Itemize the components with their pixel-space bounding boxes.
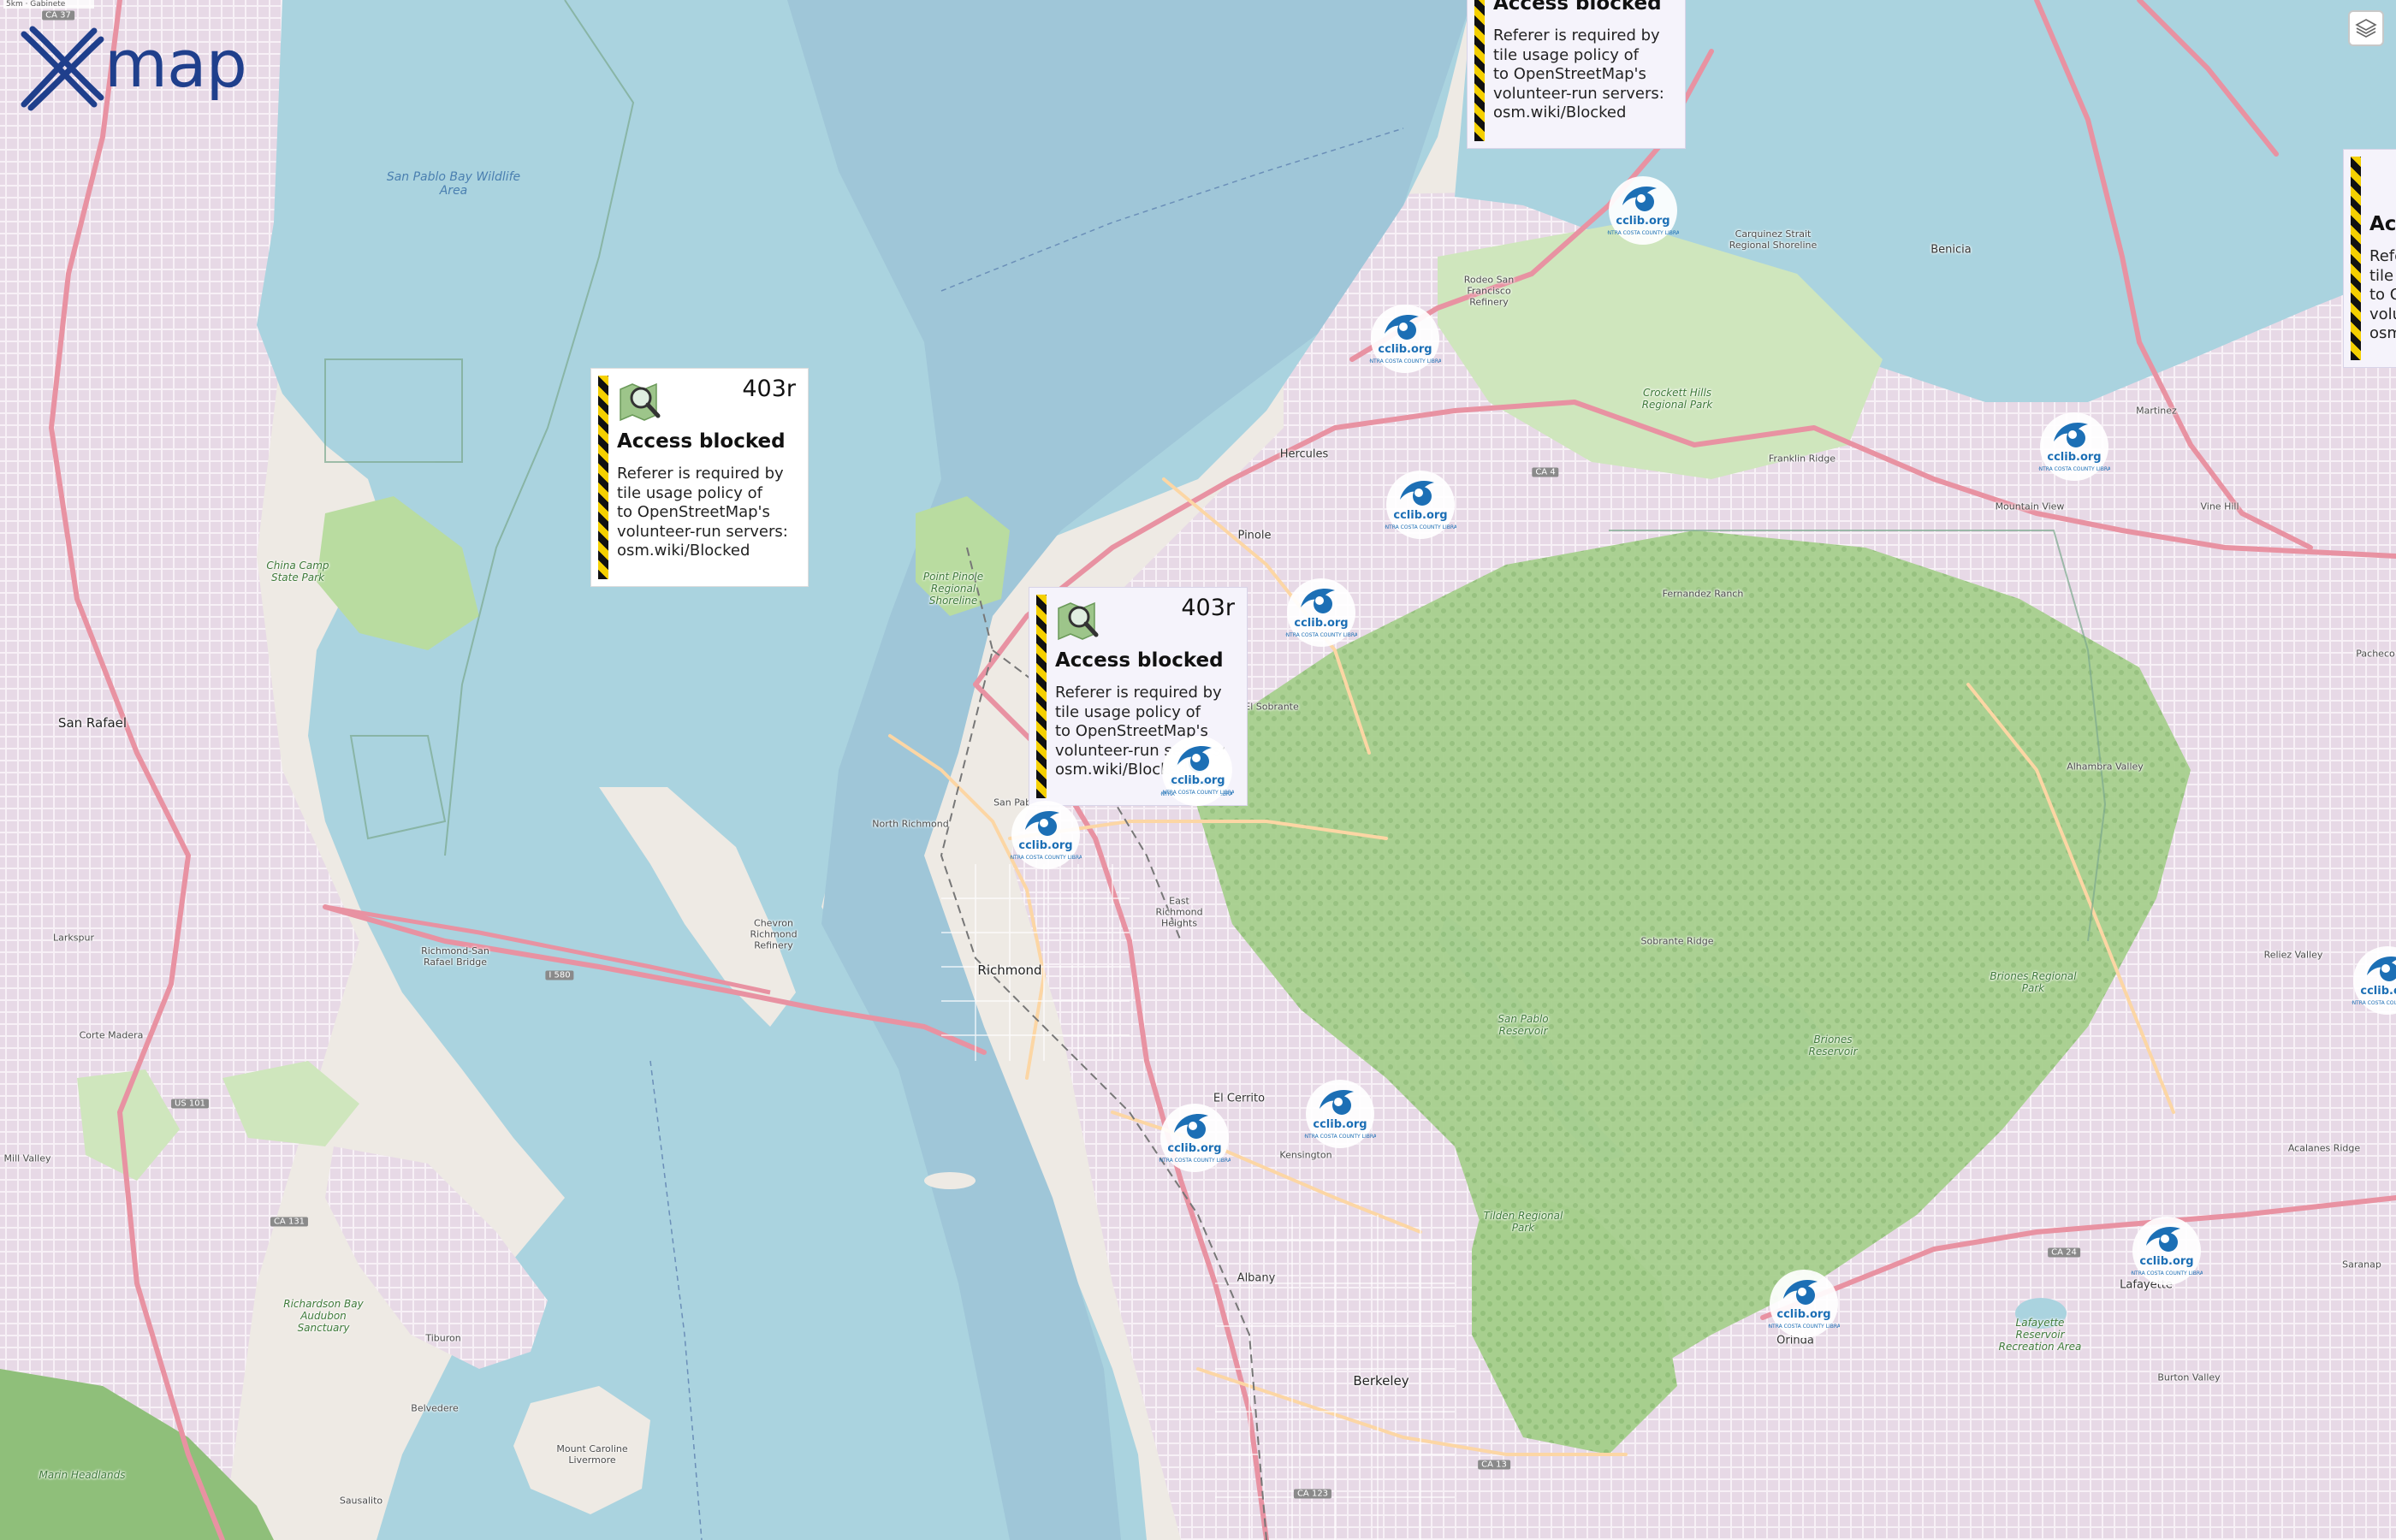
svg-text:CONTRA COSTA COUNTY LIBRARY: CONTRA COSTA COUNTY LIBRARY [1607, 230, 1679, 236]
svg-text:CONTRA COSTA COUNTY LIBRARY: CONTRA COSTA COUNTY LIBRARY [2352, 1000, 2396, 1006]
warning-stripe [1036, 595, 1047, 798]
error-code: 403r [1181, 595, 1235, 621]
blocked-tile-notice: Access blocked Referer is required by ti… [1467, 0, 1686, 149]
app-logo[interactable]: map [12, 19, 252, 113]
svg-text:CONTRA COSTA COUNTY LIBRARY: CONTRA COSTA COUNTY LIBRARY [1369, 358, 1441, 364]
x-logo-icon [21, 26, 104, 111]
library-marker-icon[interactable]: cclib.org CONTRA COSTA COUNTY LIBRARY [1010, 799, 1082, 871]
svg-text:cclib.org: cclib.org [1313, 1118, 1367, 1131]
error-code: 403r [742, 376, 796, 402]
layers-icon [2355, 19, 2377, 38]
svg-text:cclib.org: cclib.org [1171, 774, 1225, 787]
svg-text:CONTRA COSTA COUNTY LIBRARY: CONTRA COSTA COUNTY LIBRARY [1285, 632, 1357, 638]
svg-text:cclib.org: cclib.org [2047, 451, 2101, 464]
magnifier-map-icon [1058, 601, 1099, 641]
library-marker-icon[interactable]: cclib.org CONTRA COSTA COUNTY LIBRARY [1162, 734, 1234, 806]
library-marker-icon[interactable]: cclib.org CONTRA COSTA COUNTY LIBRARY [1304, 1078, 1376, 1150]
svg-text:cclib.org: cclib.org [1378, 343, 1432, 356]
svg-text:CONTRA COSTA COUNTY LIBRARY: CONTRA COSTA COUNTY LIBRARY [1010, 855, 1082, 861]
map-viewport[interactable]: San Pablo Bay Wildlife Area San Rafael R… [0, 0, 2396, 1540]
svg-text:CONTRA COSTA COUNTY LIBRARY: CONTRA COSTA COUNTY LIBRARY [1159, 1158, 1231, 1164]
svg-text:cclib.org: cclib.org [1616, 215, 1669, 228]
library-marker-icon[interactable]: cclib.org CONTRA COSTA COUNTY LIBRARY [1285, 577, 1357, 649]
library-marker-icon[interactable]: cclib.org CONTRA COSTA COUNTY LIBRARY [1369, 303, 1441, 375]
blocked-tile-notice-partial: Acc Refe tile to O volu osm [2343, 149, 2396, 368]
warning-stripe [598, 376, 608, 579]
library-marker-icon[interactable]: cclib.org CONTRA COSTA COUNTY LIBRARY [1768, 1268, 1840, 1340]
library-marker-icon[interactable]: cclib.org CONTRA COSTA COUNTY LIBRARY [2131, 1215, 2203, 1287]
svg-text:cclib.org: cclib.org [1167, 1142, 1221, 1155]
lafayette-reservoir [2015, 1298, 2067, 1329]
svg-text:CONTRA COSTA COUNTY LIBRARY: CONTRA COSTA COUNTY LIBRARY [2038, 466, 2110, 472]
library-marker-icon[interactable]: cclib.org CONTRA COSTA COUNTY LIBRARY [1607, 175, 1679, 246]
logo-wordmark: map [104, 26, 247, 102]
warning-stripe [1474, 0, 1485, 141]
blocked-title: Access blocked [617, 430, 786, 453]
magnifier-map-icon [620, 382, 661, 422]
blocked-title: Access blocked [1055, 649, 1224, 672]
library-marker-icon[interactable]: cclib.org CONTRA COSTA COUNTY LIBRARY [2352, 945, 2396, 1016]
svg-text:CONTRA COSTA COUNTY LIBRARY: CONTRA COSTA COUNTY LIBRARY [1162, 790, 1234, 796]
brooks-island [924, 1172, 976, 1189]
layers-button[interactable] [2348, 10, 2384, 46]
svg-text:cclib.org: cclib.org [2360, 985, 2396, 998]
svg-text:CONTRA COSTA COUNTY LIBRARY: CONTRA COSTA COUNTY LIBRARY [1768, 1324, 1840, 1330]
blocked-title: Access blocked [1493, 0, 1662, 15]
warning-stripe [2351, 157, 2361, 360]
blocked-title: Acc [2369, 213, 2396, 235]
library-marker-icon[interactable]: cclib.org CONTRA COSTA COUNTY LIBRARY [1159, 1102, 1231, 1174]
blocked-body: Referer is required by tile usage policy… [1493, 27, 1664, 121]
svg-text:cclib.org: cclib.org [1018, 839, 1072, 852]
blocked-body: Referer is required by tile usage policy… [617, 465, 788, 560]
svg-text:CONTRA COSTA COUNTY LIBRARY: CONTRA COSTA COUNTY LIBRARY [1304, 1134, 1376, 1140]
svg-text:cclib.org: cclib.org [1294, 617, 1348, 630]
blocked-tile-notice: 403r Access blocked Referer is required … [590, 368, 809, 587]
blocked-body: Refe tile to O volu osm [2369, 247, 2396, 342]
svg-text:cclib.org: cclib.org [1393, 509, 1447, 522]
scale-indicator: 5km · Gabinete [3, 0, 94, 9]
svg-text:cclib.org: cclib.org [1776, 1308, 1830, 1321]
svg-text:CONTRA COSTA COUNTY LIBRARY: CONTRA COSTA COUNTY LIBRARY [2131, 1270, 2203, 1276]
svg-text:cclib.org: cclib.org [2139, 1255, 2193, 1268]
library-marker-icon[interactable]: cclib.org CONTRA COSTA COUNTY LIBRARY [2038, 411, 2110, 483]
svg-text:CONTRA COSTA COUNTY LIBRARY: CONTRA COSTA COUNTY LIBRARY [1385, 524, 1456, 530]
library-marker-icon[interactable]: cclib.org CONTRA COSTA COUNTY LIBRARY [1385, 469, 1456, 541]
